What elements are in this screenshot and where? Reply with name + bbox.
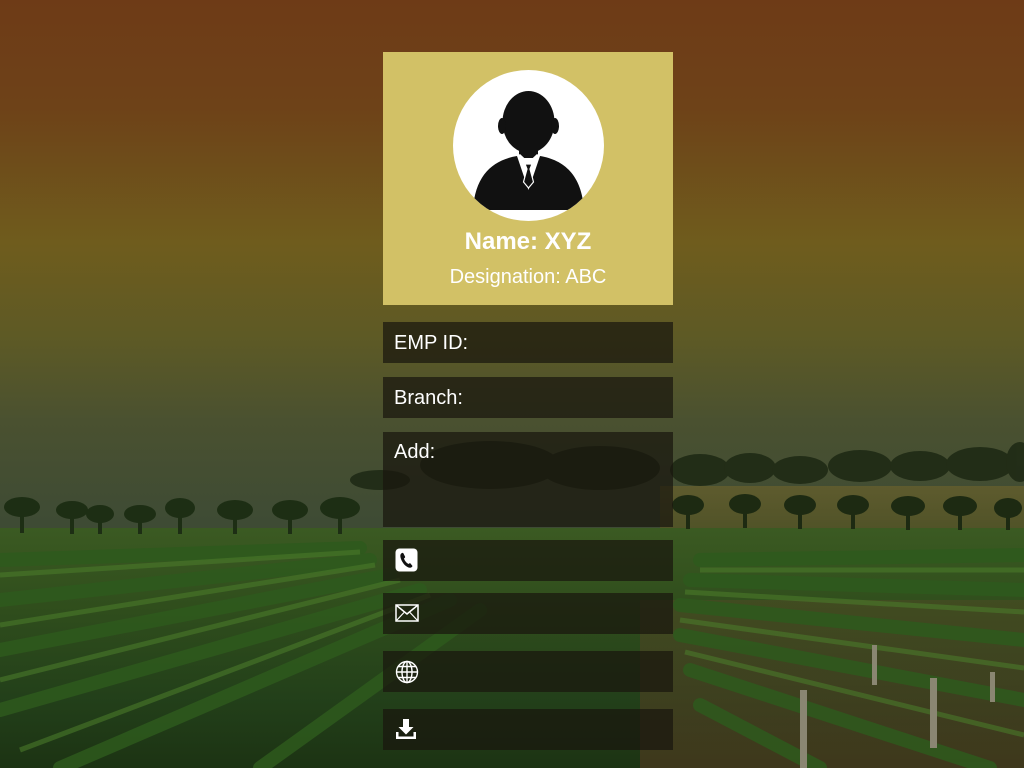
employee-designation: Designation: ABC [449,266,607,288]
website-row[interactable] [383,651,673,692]
emp-id-label: EMP ID: [394,332,469,354]
download-row[interactable] [383,709,673,750]
employee-name: Name: XYZ [464,228,592,255]
download-icon[interactable] [395,718,417,746]
address-row: Add: [383,432,673,527]
globe-icon[interactable] [395,660,419,690]
branch-row: Branch: [383,377,673,418]
profile-card: Name: XYZ Designation: ABC [383,52,673,305]
emp-id-row: EMP ID: [383,322,673,363]
phone-icon[interactable] [395,548,418,578]
businessman-avatar-icon [453,70,604,221]
address-label: Add: [394,441,436,463]
phone-row[interactable] [383,540,673,581]
mail-icon[interactable] [395,604,419,628]
branch-label: Branch: [394,387,463,409]
email-row[interactable] [383,593,673,634]
